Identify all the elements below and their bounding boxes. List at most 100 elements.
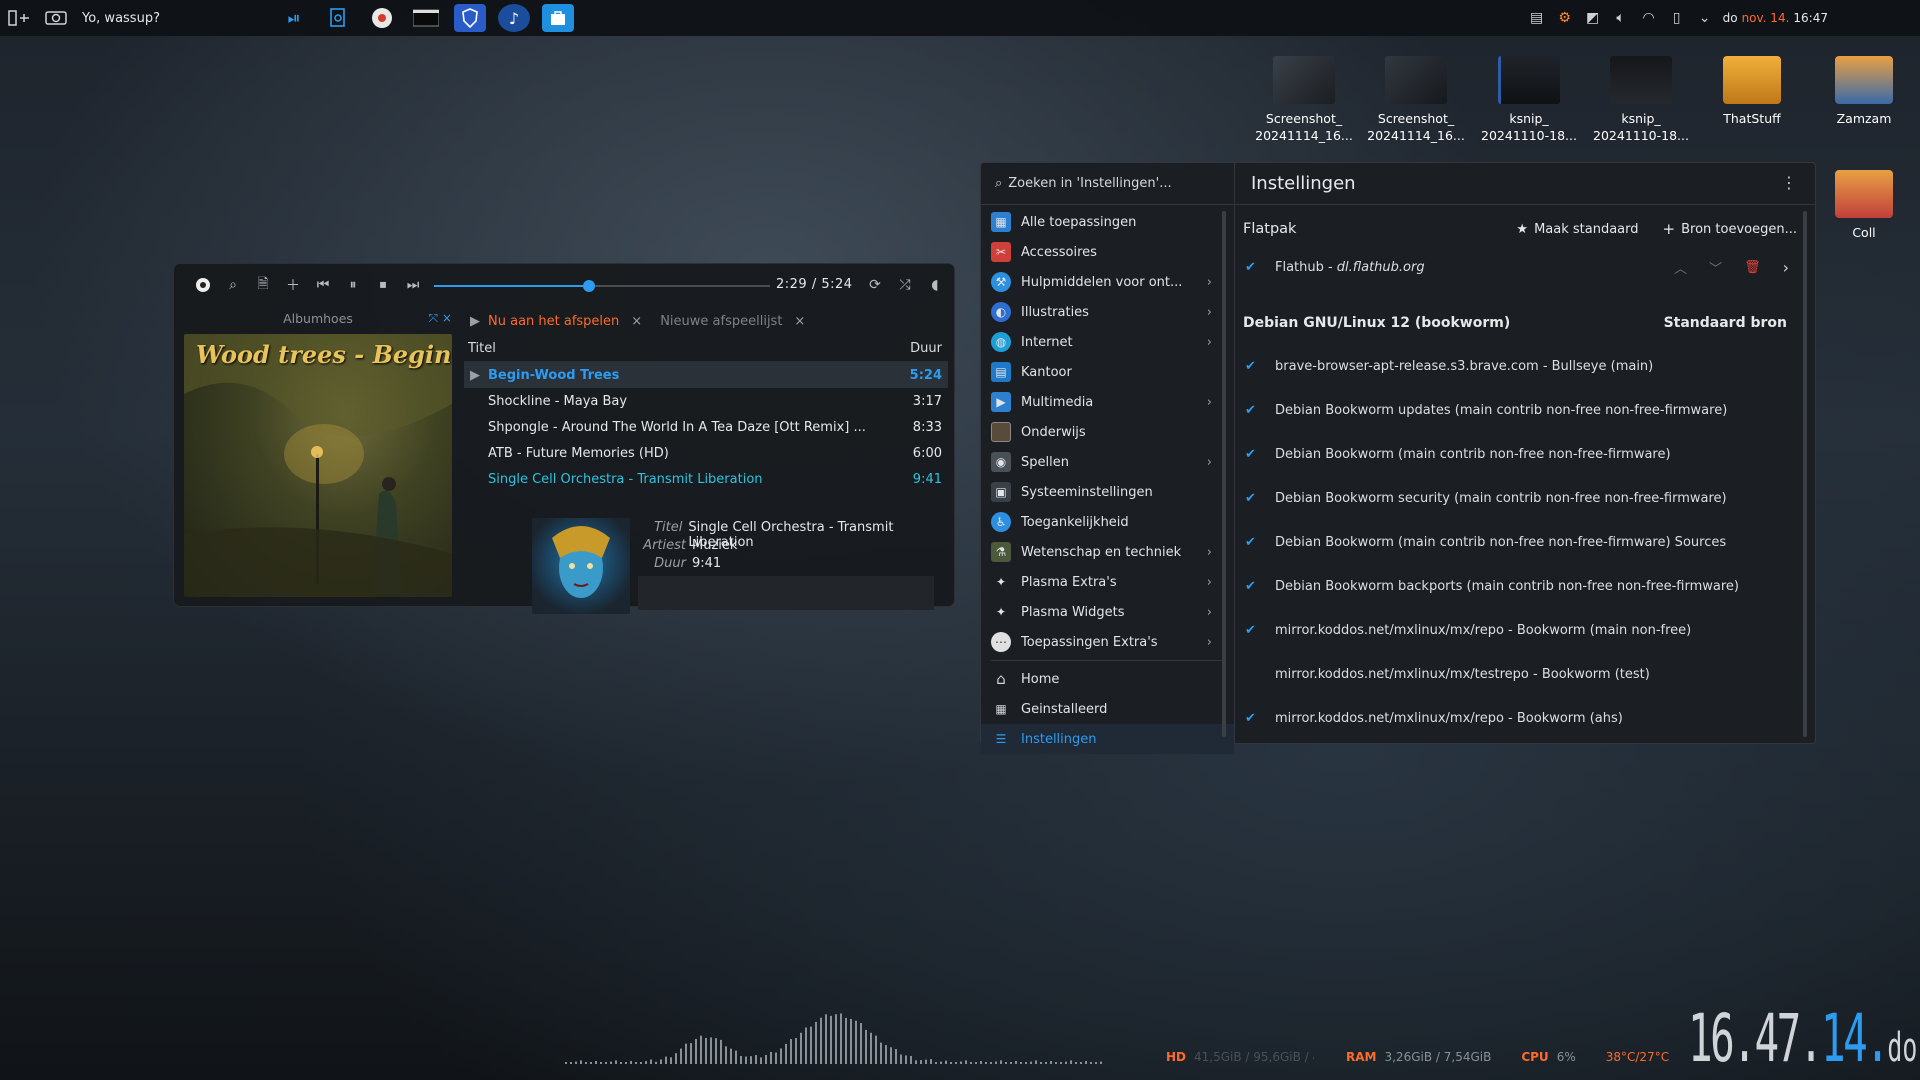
category-system-settings[interactable]: ▣ Systeeminstellingen	[981, 477, 1234, 507]
discover-store-icon[interactable]	[542, 4, 574, 32]
checkbox-checked-icon[interactable]: ✔	[1245, 491, 1275, 506]
shuffle-icon[interactable]: ⤮	[890, 270, 920, 300]
desktop-icon-zamzam[interactable]: Zamzam	[1812, 56, 1916, 127]
delete-icon[interactable]: 🗑︎	[1744, 260, 1761, 275]
desktop-icon-ksnip-2[interactable]: ksnip_ 20241110-18...	[1589, 56, 1693, 144]
battery-icon[interactable]: ▯	[1663, 0, 1691, 36]
source-row[interactable]: ✔mirror.koddos.net/mxlinux/mx/testrepo -…	[1245, 652, 1789, 696]
screenshot-icon[interactable]	[38, 0, 74, 36]
source-row[interactable]: ✔ brave-browser-apt-release.s3.brave.com …	[1245, 344, 1789, 388]
launcher-icon[interactable]	[0, 0, 38, 36]
category-developer-tools[interactable]: ⚒ Hulpmiddelen voor ont... ›	[981, 267, 1234, 297]
category-internet[interactable]: ◍ Internet ›	[981, 327, 1234, 357]
volume-icon[interactable]: 🔈︎	[1607, 0, 1635, 36]
visualizer-bar	[970, 1062, 972, 1064]
pause-icon[interactable]: ⏸︎	[338, 270, 368, 300]
date-time[interactable]: do nov. 14. 16:47	[1723, 11, 1828, 25]
visualizer-bar	[985, 1062, 987, 1064]
source-row[interactable]: ✔ Debian Bookworm (main contrib non-free …	[1245, 520, 1789, 564]
source-row[interactable]: ✔ Debian Bookworm backports (main contrib…	[1245, 564, 1789, 608]
desktop-icon-coll[interactable]: Coll	[1812, 170, 1916, 241]
nav-installed[interactable]: ▦ Geinstalleerd	[981, 694, 1234, 724]
tab-now-playing[interactable]: ▶ Nu aan het afspelen ×	[464, 314, 642, 329]
track-row[interactable]: Shpongle - Around The World In A Tea Daz…	[464, 414, 948, 440]
checkbox-checked-icon[interactable]: ✔	[1245, 579, 1275, 594]
checkbox-checked-icon[interactable]: ✔	[1245, 403, 1275, 418]
category-office[interactable]: ▤ Kantoor	[981, 357, 1234, 387]
category-science[interactable]: ⚗ Wetenschap en techniek ›	[981, 537, 1234, 567]
category-plasma-widgets[interactable]: ✦ Plasma Widgets ›	[981, 597, 1234, 627]
updates-icon[interactable]: ⚙	[1551, 0, 1579, 36]
menu-icon[interactable]: ⋮	[1781, 173, 1797, 192]
desktop-icon-screenshot-2[interactable]: Screenshot_ 20241114_16...	[1364, 56, 1468, 144]
checkbox-checked-icon[interactable]: ✔	[1245, 711, 1275, 726]
network-icon[interactable]: ◠	[1635, 0, 1663, 36]
checkbox-checked-icon[interactable]: ✔	[1245, 260, 1275, 275]
window-icon[interactable]: ◩	[1579, 0, 1607, 36]
stop-icon[interactable]: ⏹︎	[368, 270, 398, 300]
play-pause-icon[interactable]: ⏯	[278, 4, 310, 32]
category-plasma-extras[interactable]: ✦ Plasma Extra's ›	[981, 567, 1234, 597]
category-multimedia[interactable]: ▶ Multimedia ›	[981, 387, 1234, 417]
category-accessories[interactable]: ✂ Accessoires	[981, 237, 1234, 267]
checkbox-checked-icon[interactable]: ✔	[1245, 359, 1275, 374]
main-scrollbar[interactable]	[1803, 211, 1807, 737]
nav-settings[interactable]: ☰ Instellingen	[981, 724, 1234, 754]
checkbox-checked-icon[interactable]: ✔	[1245, 535, 1275, 550]
source-row[interactable]: ✔ mirror.koddos.net/mxlinux/mx/repo - Boo…	[1245, 608, 1789, 652]
desktop-icon-thatstuff[interactable]: ThatStuff	[1700, 56, 1804, 127]
next-icon[interactable]: ⏭︎	[398, 270, 428, 300]
tab-new-playlist[interactable]: Nieuwe afspeellijst ×	[660, 314, 805, 329]
previous-icon[interactable]: ⏮︎	[308, 270, 338, 300]
source-row[interactable]: ✔ mirror.koddos.net/mxlinux/mx/repo - Boo…	[1245, 696, 1789, 740]
visualizer-bar	[920, 1060, 922, 1064]
seek-handle[interactable]	[582, 280, 595, 292]
add-icon[interactable]: ＋	[278, 270, 308, 300]
chevron-right-icon[interactable]: ›	[1783, 258, 1789, 277]
media-player-icon[interactable]	[366, 4, 398, 32]
source-row[interactable]: ✔ Debian Bookworm (main contrib non-free …	[1245, 432, 1789, 476]
track-row[interactable]: ▶ Begin-Wood Trees 5:24	[464, 362, 948, 388]
flathub-source-row[interactable]: ✔ Flathub - dl.flathub.org ︿ ﹀ 🗑︎ ›	[1245, 245, 1789, 289]
desktop-icon-screenshot-1[interactable]: Screenshot_ 20241114_16...	[1252, 56, 1356, 144]
checkbox-checked-icon[interactable]: ✔	[1245, 447, 1275, 462]
seek-slider[interactable]	[434, 280, 770, 292]
chevron-down-icon[interactable]: ⌄	[1691, 0, 1719, 36]
repeat-icon[interactable]: ⟳	[860, 270, 890, 300]
track-row[interactable]: Shockline - Maya Bay 3:17	[464, 388, 948, 414]
column-duration[interactable]: Duur	[910, 341, 942, 356]
source-row[interactable]: ✔ Debian Bookworm updates (main contrib n…	[1245, 388, 1789, 432]
make-default-button[interactable]: ★ Maak standaard	[1516, 222, 1638, 237]
nav-home[interactable]: ⌂ Home	[981, 664, 1234, 694]
desktop-icon-ksnip-1[interactable]: ksnip_ 20241110-18...	[1477, 56, 1581, 144]
move-down-icon[interactable]: ﹀	[1709, 258, 1722, 277]
volume-icon[interactable]: ◖	[920, 270, 950, 300]
clipboard-icon[interactable]: ▤	[1523, 0, 1551, 36]
track-row[interactable]: Single Cell Orchestra - Transmit Liberat…	[464, 466, 948, 492]
category-all-apps[interactable]: ▦ Alle toepassingen	[981, 207, 1234, 237]
search-icon[interactable]: ⌕	[218, 270, 248, 300]
brave-browser-icon[interactable]	[454, 4, 486, 32]
category-games[interactable]: ◉ Spellen ›	[981, 447, 1234, 477]
category-accessibility[interactable]: ♿︎ Toegankelijkheid	[981, 507, 1234, 537]
close-icon[interactable]: ×	[794, 314, 805, 329]
search-input[interactable]: ⌕ Zoeken in 'Instellingen'...	[981, 163, 1234, 205]
checkbox-unchecked-icon[interactable]: ✔	[1245, 667, 1275, 682]
document-viewer-icon[interactable]	[322, 4, 354, 32]
track-row[interactable]: ATB - Future Memories (HD) 6:00	[464, 440, 948, 466]
panel-controls-icon[interactable]: ⤧ ×	[429, 311, 452, 326]
source-row[interactable]: ✔ Debian Bookworm security (main contrib …	[1245, 476, 1789, 520]
category-education[interactable]: Onderwijs	[981, 417, 1234, 447]
app-logo-icon[interactable]	[188, 270, 218, 300]
sidebar-scrollbar[interactable]	[1222, 211, 1226, 737]
add-source-button[interactable]: + Bron toevoegen...	[1663, 220, 1797, 238]
music-app-icon[interactable]: ♪	[498, 4, 530, 32]
add-file-icon[interactable]: 🗎︎	[248, 270, 278, 300]
category-graphics[interactable]: ◐ Illustraties ›	[981, 297, 1234, 327]
column-title[interactable]: Titel	[468, 341, 496, 356]
close-icon[interactable]: ×	[631, 314, 642, 329]
checkbox-checked-icon[interactable]: ✔	[1245, 623, 1275, 638]
category-app-extras[interactable]: ⋯ Toepassingen Extra's ›	[981, 627, 1234, 657]
move-up-icon[interactable]: ︿	[1674, 258, 1687, 277]
terminal-icon[interactable]	[410, 4, 442, 32]
